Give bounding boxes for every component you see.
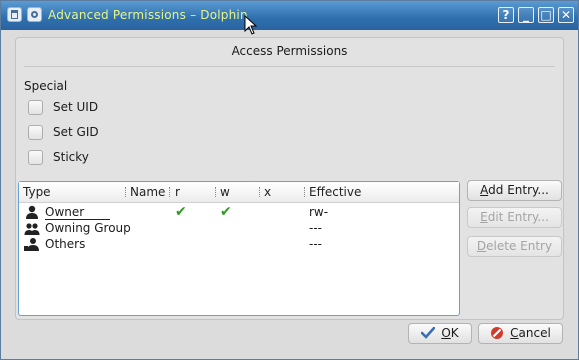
column-w[interactable]: w	[220, 185, 230, 199]
column-type[interactable]: Type	[23, 185, 51, 199]
set-uid-label: Set UID	[53, 100, 99, 114]
divider	[24, 66, 555, 67]
cancel-button[interactable]: Cancel	[478, 323, 563, 344]
column-divider[interactable]	[304, 187, 306, 197]
window-title: Advanced Permissions – Dolphin	[48, 8, 248, 22]
others-icon	[24, 238, 39, 251]
column-effective[interactable]: Effective	[309, 185, 361, 199]
table-row[interactable]: Owning Group ---	[19, 220, 459, 236]
minimize-button[interactable]: _	[518, 7, 534, 23]
maximize-button[interactable]: □	[538, 7, 554, 23]
ok-check-icon	[421, 326, 436, 339]
set-gid-checkbox-row[interactable]: Set GID	[28, 124, 99, 140]
close-button[interactable]: ✕	[558, 7, 574, 23]
set-uid-checkbox[interactable]	[28, 99, 43, 115]
set-gid-label: Set GID	[53, 125, 99, 139]
special-label: Special	[24, 79, 68, 93]
row-type: Owning Group	[45, 221, 131, 235]
column-divider[interactable]	[215, 187, 217, 197]
user-icon	[26, 205, 38, 219]
column-name[interactable]: Name	[130, 185, 165, 199]
permissions-list[interactable]: Type Name r w x Effective Owner ✔ ✔ rw- …	[18, 181, 460, 316]
delete-entry-button[interactable]: Delete Entry	[467, 236, 562, 257]
check-icon[interactable]: ✔	[175, 204, 187, 220]
table-row[interactable]: Others ---	[19, 236, 459, 252]
sticky-checkbox[interactable]	[28, 149, 43, 165]
list-header: Type Name r w x Effective	[19, 182, 459, 203]
mouse-cursor-icon	[244, 15, 258, 35]
column-divider[interactable]	[169, 187, 171, 197]
sticky-label: Sticky	[53, 150, 89, 164]
column-divider[interactable]	[125, 187, 127, 197]
app-icon[interactable]	[7, 7, 22, 22]
column-r[interactable]: r	[175, 185, 180, 199]
title-bar[interactable]: Advanced Permissions – Dolphin ? _ □ ✕	[1, 1, 578, 30]
group-icon	[24, 223, 40, 235]
set-uid-checkbox-row[interactable]: Set UID	[28, 99, 98, 115]
cancel-icon	[491, 326, 504, 339]
window-menu-icon[interactable]	[27, 7, 42, 22]
group-title: Access Permissions	[231, 44, 348, 58]
row-effective: ---	[309, 237, 322, 251]
edit-entry-button[interactable]: Edit Entry...	[467, 207, 562, 228]
table-row[interactable]: Owner ✔ ✔ rw-	[19, 204, 459, 220]
add-entry-button[interactable]: Add Entry...	[467, 180, 562, 201]
sticky-checkbox-row[interactable]: Sticky	[28, 149, 89, 165]
access-permissions-group: Access Permissions Special Set UID Set G…	[15, 37, 564, 320]
help-button[interactable]: ?	[498, 7, 514, 23]
check-icon[interactable]: ✔	[220, 204, 232, 220]
row-effective: rw-	[309, 205, 329, 219]
row-type: Others	[45, 237, 86, 251]
ok-button[interactable]: OK	[408, 323, 472, 344]
set-gid-checkbox[interactable]	[28, 124, 43, 140]
row-effective: ---	[309, 221, 322, 235]
column-x[interactable]: x	[264, 185, 271, 199]
advanced-permissions-dialog: Advanced Permissions – Dolphin ? _ □ ✕ A…	[0, 0, 579, 360]
row-type: Owner	[45, 205, 111, 220]
column-divider[interactable]	[259, 187, 261, 197]
